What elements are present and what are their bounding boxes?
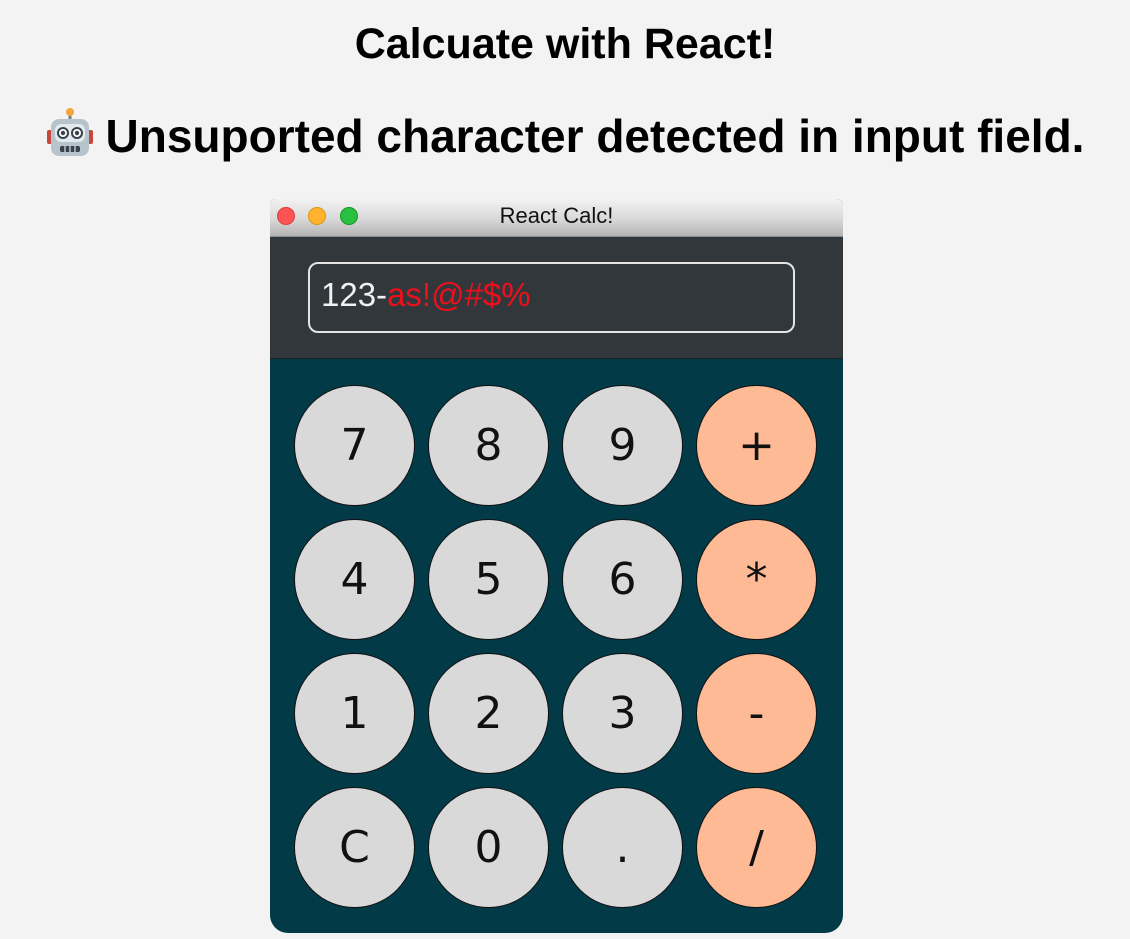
calculator-input-field[interactable]: 123-as!@#$% <box>308 262 795 333</box>
digit-0-button[interactable]: 0 <box>428 787 549 908</box>
digit-3-button[interactable]: 3 <box>562 653 683 774</box>
window-title: React Calc! <box>499 203 614 228</box>
clear-button[interactable]: C <box>294 787 415 908</box>
robot-face-icon <box>46 108 93 156</box>
digit-7-button[interactable]: 7 <box>294 385 415 506</box>
error-message: Unsuported character detected in input f… <box>0 107 1130 165</box>
digit-8-button[interactable]: 8 <box>428 385 549 506</box>
multiply-button[interactable]: * <box>696 519 817 640</box>
display-area: 123-as!@#$% <box>270 237 843 359</box>
digit-4-button[interactable]: 4 <box>294 519 415 640</box>
input-invalid-text: as!@#$% <box>387 276 531 313</box>
error-message-text: Unsuported character detected in input f… <box>105 110 1085 162</box>
page-title: Calcuate with React! <box>354 20 776 68</box>
digit-2-button[interactable]: 2 <box>428 653 549 774</box>
calculator-window: React Calc! 123-as!@#$% 7 8 9 +4 5 6 * 1 2 3- C 0. / <box>270 199 843 933</box>
decimal-button[interactable]: . <box>562 787 683 908</box>
input-valid-text: 123- <box>321 276 388 313</box>
minus-button[interactable]: - <box>696 653 817 774</box>
digit-1-button[interactable]: 1 <box>294 653 415 774</box>
plus-button[interactable]: + <box>696 385 817 506</box>
digit-6-button[interactable]: 6 <box>562 519 683 640</box>
digit-9-button[interactable]: 9 <box>562 385 683 506</box>
digit-5-button[interactable]: 5 <box>428 519 549 640</box>
divide-button[interactable]: / <box>696 787 817 908</box>
window-titlebar[interactable]: React Calc! <box>270 199 843 237</box>
